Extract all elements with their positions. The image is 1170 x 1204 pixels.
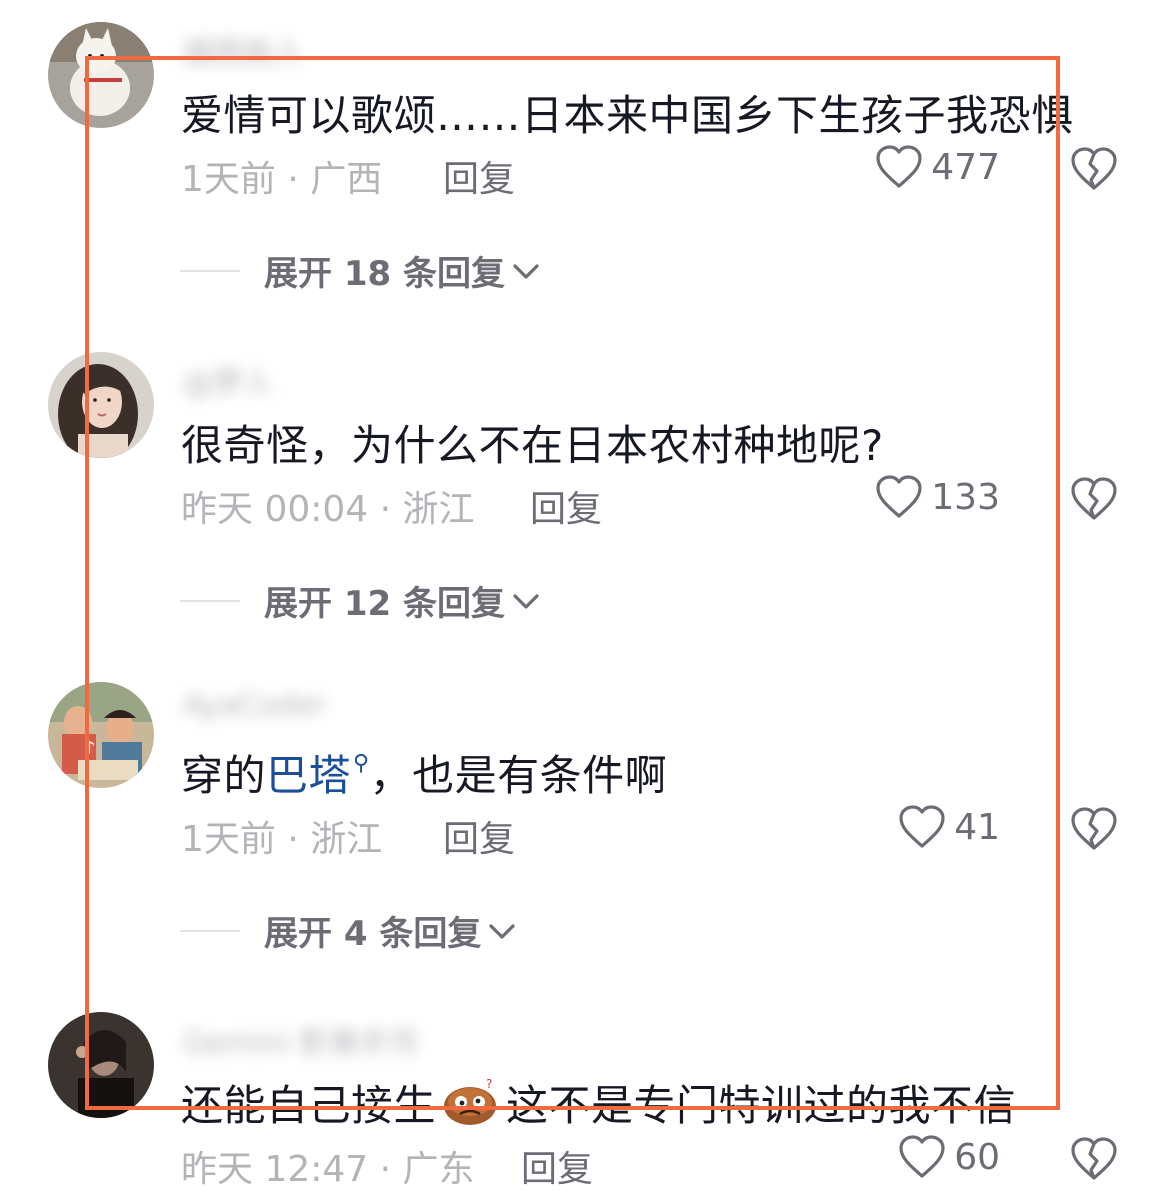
username[interactable]: 烟雨故人 bbox=[183, 28, 303, 72]
chevron-down-icon bbox=[513, 593, 539, 609]
like-count: 60 bbox=[954, 1136, 1000, 1178]
reply-button[interactable]: 回复 bbox=[443, 150, 515, 202]
broken-heart-icon[interactable] bbox=[1070, 1136, 1118, 1182]
broken-heart-icon[interactable] bbox=[1070, 806, 1118, 852]
comment-meta: 1天前 · 浙江 bbox=[181, 819, 383, 860]
like-button[interactable]: 60 bbox=[898, 1134, 1000, 1180]
comment-text-post: ，也是有条件啊 bbox=[369, 751, 668, 800]
comment-text: 穿的巴塔⚲，也是有条件啊 bbox=[181, 742, 667, 803]
heart-outline-icon bbox=[876, 475, 922, 518]
broken-heart-icon[interactable] bbox=[1070, 146, 1118, 192]
comment-meta: 昨天 00:04 · 浙江 bbox=[181, 489, 475, 530]
avatar[interactable] bbox=[48, 352, 154, 458]
comment-text: 很奇怪，为什么不在日本农村种地呢? bbox=[181, 421, 884, 470]
heart-outline-icon bbox=[899, 805, 945, 848]
comment-text-pre: 穿的 bbox=[181, 751, 267, 800]
comment-text: 爱情可以歌颂……日本来中国乡下生孩子我恐惧 bbox=[181, 91, 1074, 140]
expand-replies-label: 展开 12 条回复 bbox=[264, 584, 505, 624]
chevron-down-icon bbox=[489, 923, 515, 939]
username[interactable]: Gemini 影像岁月 bbox=[183, 1018, 419, 1062]
expand-replies-label: 展开 18 条回复 bbox=[264, 254, 505, 294]
heart-outline-icon bbox=[876, 145, 922, 188]
search-link[interactable]: 巴塔 bbox=[266, 751, 351, 800]
svg-text:?: ? bbox=[486, 1078, 493, 1091]
expand-replies-button[interactable]: 展开 18 条回复 bbox=[180, 246, 543, 295]
divider bbox=[180, 599, 240, 602]
username[interactable]: AyaCoder bbox=[183, 688, 327, 723]
expand-replies-button[interactable]: 展开 12 条回复 bbox=[180, 576, 543, 625]
dizzy-face-emoji-icon: ? bbox=[444, 1078, 497, 1125]
chevron-down-icon bbox=[513, 263, 539, 279]
comment-text-pre: 还能自己接生 bbox=[181, 1081, 437, 1130]
comment-text-post: 这不是专门特训过的我不信 bbox=[506, 1081, 1017, 1130]
comment-item: 烟雨故人 爱情可以歌颂……日本来中国乡下生孩子我恐惧 1天前 · 广西 回复 4… bbox=[0, 22, 1170, 352]
like-count: 133 bbox=[931, 476, 1000, 518]
divider bbox=[180, 269, 240, 272]
search-icon[interactable]: ⚲ bbox=[353, 751, 370, 776]
painting-avatar-icon: ♪ bbox=[48, 682, 154, 788]
comment-item: ♪ AyaCoder 穿的巴塔⚲，也是有条件啊 1天前 · 浙江 回复 41 展… bbox=[0, 682, 1170, 1012]
avatar[interactable] bbox=[48, 22, 154, 128]
dark-portrait-avatar-icon bbox=[48, 1012, 154, 1118]
expand-replies-button[interactable]: 展开 4 条回复 bbox=[180, 906, 519, 955]
username[interactable]: @梦人 bbox=[183, 358, 273, 402]
divider bbox=[180, 929, 240, 932]
woman-avatar-icon bbox=[48, 352, 154, 458]
like-button[interactable]: 477 bbox=[875, 144, 1000, 190]
broken-heart-icon[interactable] bbox=[1070, 476, 1118, 522]
reply-button[interactable]: 回复 bbox=[530, 480, 602, 532]
like-button[interactable]: 41 bbox=[898, 804, 1000, 850]
avatar[interactable] bbox=[48, 1012, 154, 1118]
avatar[interactable]: ♪ bbox=[48, 682, 154, 788]
heart-outline-icon bbox=[899, 1135, 945, 1178]
comment-item: @梦人 很奇怪，为什么不在日本农村种地呢? 昨天 00:04 · 浙江 回复 1… bbox=[0, 352, 1170, 682]
svg-text:♪: ♪ bbox=[84, 738, 96, 759]
like-button[interactable]: 133 bbox=[875, 474, 1000, 520]
like-count: 41 bbox=[954, 806, 1000, 848]
comment-meta: 1天前 · 广西 bbox=[181, 159, 383, 200]
like-count: 477 bbox=[931, 146, 1000, 188]
reply-button[interactable]: 回复 bbox=[521, 1140, 593, 1192]
expand-replies-label: 展开 4 条回复 bbox=[264, 914, 482, 954]
comment-item: Gemini 影像岁月 还能自己接生 ? 这不是专门特训过的我不信 昨天 12:… bbox=[0, 1012, 1170, 1204]
comment-meta: 昨天 12:47 · 广东 bbox=[181, 1149, 475, 1190]
comment-text: 还能自己接生 ? 这不是专门特训过的我不信 bbox=[181, 1072, 1016, 1133]
reply-button[interactable]: 回复 bbox=[443, 810, 515, 862]
dog-avatar-icon bbox=[48, 22, 154, 128]
